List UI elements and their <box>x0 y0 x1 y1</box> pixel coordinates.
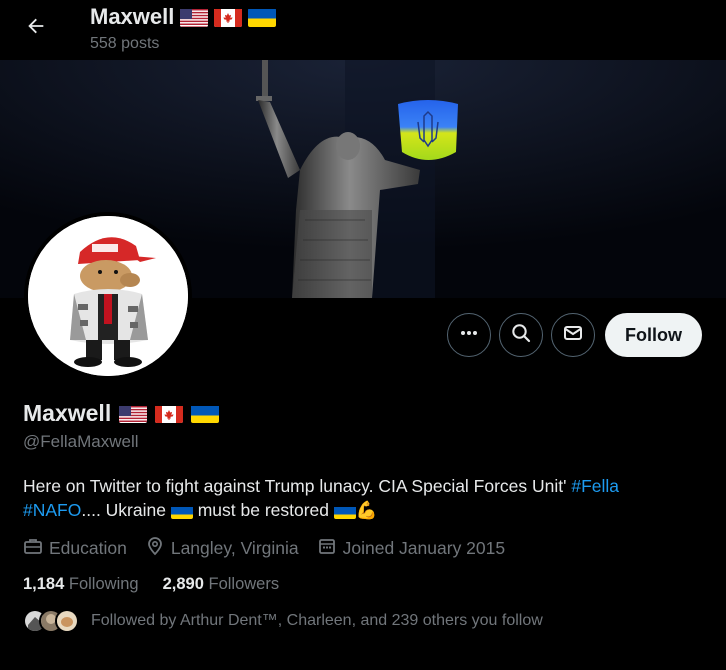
flexed-bicep-icon: 💪 <box>355 500 378 520</box>
back-button[interactable] <box>20 12 52 44</box>
us-flag-icon <box>119 404 148 423</box>
us-flag-icon <box>180 8 209 27</box>
search-profile-button[interactable] <box>499 313 543 357</box>
more-dots-icon <box>459 323 479 348</box>
followers-label: Followers <box>208 575 280 593</box>
ukraine-flag-icon <box>248 8 277 27</box>
profile-meta: Education Langley, Virginia Joined Janua… <box>23 536 505 561</box>
ukraine-flag-icon <box>170 504 193 519</box>
profile-actions: Follow <box>447 313 702 357</box>
canada-flag-icon <box>155 404 184 423</box>
following-label: Following <box>68 575 139 593</box>
location-text: Langley, Virginia <box>170 538 299 558</box>
ukraine-flag-icon <box>333 504 356 519</box>
location-pin-icon <box>145 536 165 561</box>
profile-stats: 1,184 Following 2,890 Followers <box>23 575 279 594</box>
followed-by-text: Followed by Arthur Dent™, Charleen, and … <box>91 612 543 629</box>
top-bar: Maxwell 558 posts <box>0 0 726 60</box>
avatar <box>55 609 79 633</box>
profile-handle: @FellaMaxwell <box>23 432 139 451</box>
more-options-button[interactable] <box>447 313 491 357</box>
calendar-icon <box>317 536 337 561</box>
bio-text: Here on Twitter to fight against Trump l… <box>23 476 572 496</box>
following-count: 1,184 <box>23 575 65 593</box>
following-link[interactable]: 1,184 Following <box>23 575 139 594</box>
bio-text: .... Ukraine <box>81 500 171 520</box>
profile-bio: Here on Twitter to fight against Trump l… <box>23 474 703 522</box>
followed-by-link[interactable]: Followed by Arthur Dent™, Charleen, and … <box>23 609 543 633</box>
profile-display-name: Maxwell <box>23 400 220 427</box>
hashtag-fella[interactable]: #Fella <box>571 476 619 496</box>
followers-link[interactable]: 2,890 Followers <box>163 575 280 594</box>
canada-flag-icon <box>214 8 243 27</box>
followers-count: 2,890 <box>162 575 204 593</box>
ukraine-flag-icon <box>191 404 220 423</box>
profile-avatar[interactable] <box>24 212 192 380</box>
follow-button[interactable]: Follow <box>605 313 702 357</box>
bio-text: must be restored <box>192 500 334 520</box>
category-text: Education <box>49 538 127 558</box>
message-button[interactable] <box>551 313 595 357</box>
profile-category: Education <box>23 536 127 561</box>
hashtag-nafo[interactable]: #NAFO <box>23 500 81 520</box>
avatar-image <box>28 216 188 376</box>
profile-location: Langley, Virginia <box>145 536 299 561</box>
joined-text: Joined January 2015 <box>342 538 506 558</box>
back-arrow-icon <box>25 15 47 42</box>
display-name-text: Maxwell <box>23 400 112 426</box>
envelope-icon <box>563 323 583 348</box>
followed-by-avatars <box>23 609 79 633</box>
posts-count: 558 posts <box>90 35 160 52</box>
header-title: Maxwell <box>90 4 277 30</box>
briefcase-icon <box>23 536 43 561</box>
header-name: Maxwell <box>90 4 175 29</box>
search-icon <box>511 323 531 348</box>
profile-joined: Joined January 2015 <box>317 536 505 561</box>
